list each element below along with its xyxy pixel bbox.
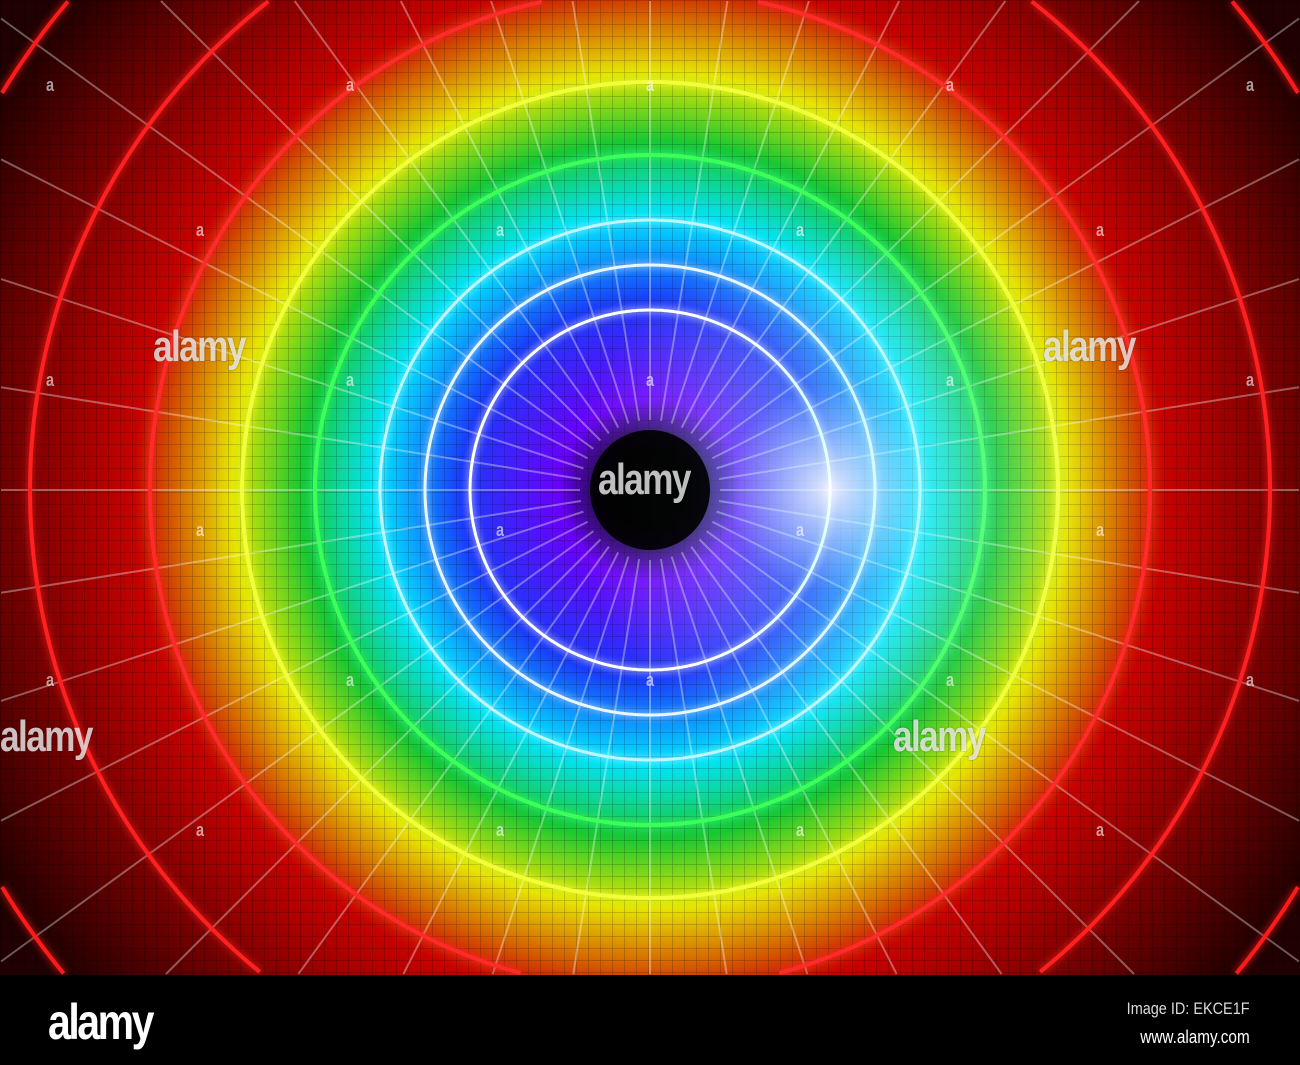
- stock-image: alamy alamy alamy alamy alamy a a a a a a a a a a…: [0, 0, 1300, 1065]
- alamy-logo: alamy: [48, 994, 154, 1050]
- watermark-glyph: a: [646, 75, 655, 95]
- watermark-glyph: a: [346, 670, 355, 690]
- watermark-right: alamy: [1043, 322, 1136, 371]
- site-url: www.alamy.com: [1140, 1027, 1250, 1047]
- watermark-left: alamy: [153, 322, 246, 371]
- watermark-glyph: a: [1246, 370, 1255, 390]
- watermark-glyph: a: [796, 820, 805, 840]
- watermark-glyph: a: [496, 520, 505, 540]
- watermark-glyph: a: [496, 220, 505, 240]
- watermark-glyph: a: [1096, 520, 1105, 540]
- watermark-glyph: a: [646, 370, 655, 390]
- watermark-glyph: a: [46, 370, 55, 390]
- watermark-glyph: a: [196, 820, 205, 840]
- watermark-glyph: a: [796, 220, 805, 240]
- watermark-glyph: a: [196, 520, 205, 540]
- watermark-glyph: a: [346, 75, 355, 95]
- watermark-glyph: a: [46, 670, 55, 690]
- watermark-glyph: a: [946, 370, 955, 390]
- watermark-glyph: a: [946, 75, 955, 95]
- watermark-glyph: a: [196, 220, 205, 240]
- watermark-glyph: a: [346, 370, 355, 390]
- watermark-glyph: a: [1246, 670, 1255, 690]
- watermark-glyph: a: [646, 670, 655, 690]
- watermark-glyph: a: [1246, 75, 1255, 95]
- watermark-glyph: a: [496, 820, 505, 840]
- watermark-bottom-left: alamy: [0, 712, 93, 761]
- watermark-glyph: a: [46, 75, 55, 95]
- image-id: Image ID: EKCE1F: [1127, 999, 1250, 1018]
- watermark-glyph: a: [796, 520, 805, 540]
- watermark-bottom-right: alamy: [893, 712, 986, 761]
- footer-bar: alamy Image ID: EKCE1F www.alamy.com: [0, 975, 1300, 1065]
- watermark-glyph: a: [1096, 220, 1105, 240]
- watermark-glyph: a: [946, 670, 955, 690]
- watermark-center: alamy: [598, 455, 691, 504]
- watermark-glyph: a: [1096, 820, 1105, 840]
